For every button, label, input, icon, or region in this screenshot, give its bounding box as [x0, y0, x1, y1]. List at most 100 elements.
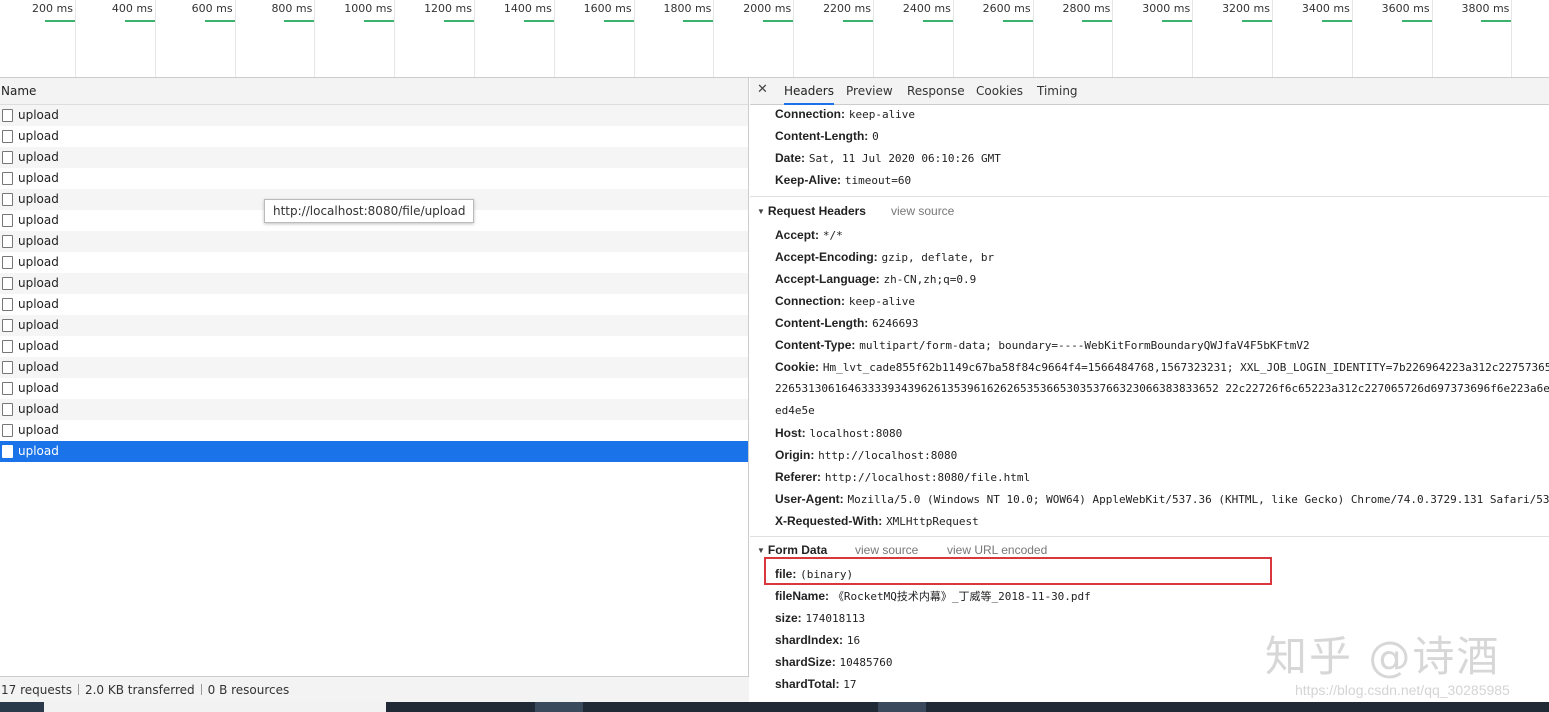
highlight-annotation-box — [764, 557, 1272, 585]
tab-cookies[interactable]: Cookies — [976, 78, 1023, 105]
timeline-gridline — [1112, 0, 1114, 77]
taskbar-app[interactable] — [878, 702, 926, 712]
request-name: upload — [18, 234, 59, 248]
request-row[interactable]: upload — [0, 231, 748, 252]
taskbar-search[interactable] — [44, 702, 386, 712]
response-header-row: Connection: keep-alive — [775, 103, 915, 125]
section-divider — [750, 196, 1549, 197]
timeline-tick-label: 1600 ms — [583, 2, 632, 15]
timeline-tick-label: 1000 ms — [344, 2, 393, 15]
request-name: upload — [18, 402, 59, 416]
timeline-request-bar — [204, 20, 235, 22]
timeline-request-bar — [364, 20, 395, 22]
header-value: Sat, 11 Jul 2020 06:10:26 GMT — [808, 152, 1001, 165]
request-row[interactable]: upload — [0, 420, 748, 441]
response-header-row: Date: Sat, 11 Jul 2020 06:10:26 GMT — [775, 147, 1001, 169]
close-icon[interactable]: ✕ — [757, 82, 768, 97]
header-value: http://localhost:8080 — [818, 449, 958, 462]
request-header-row: User-Agent: Mozilla/5.0 (Windows NT 10.0… — [775, 488, 1549, 510]
form-data-row: size: 174018113 — [775, 607, 865, 629]
header-key: X-Requested-With: — [775, 514, 883, 528]
request-row[interactable]: upload — [0, 441, 748, 462]
document-icon — [2, 319, 13, 332]
tab-preview[interactable]: Preview — [846, 78, 893, 105]
request-name: upload — [18, 150, 59, 164]
timeline-tick-label: 2200 ms — [823, 2, 871, 15]
timeline-overview[interactable]: 200 ms 400 ms 600 ms 800 ms 1000 ms 1200 ms 14… — [0, 0, 1549, 78]
request-row[interactable]: upload — [0, 147, 748, 168]
request-row[interactable]: upload — [0, 126, 748, 147]
request-row[interactable]: upload — [0, 105, 748, 126]
header-value: Hm_lvt_cade855f62b1149c67ba58f84c9664f4=… — [822, 361, 1549, 374]
document-icon — [2, 445, 13, 458]
document-icon — [2, 151, 13, 164]
request-list: Name upload upload upload upload upload uploa… — [0, 78, 749, 702]
request-header-row: Accept-Language: zh-CN,zh;q=0.9 — [775, 268, 976, 290]
header-value: 《RocketMQ技术内幕》_丁威等_2018-11-30.pdf — [832, 590, 1091, 603]
header-value: keep-alive — [848, 108, 916, 121]
request-row[interactable]: upload — [0, 273, 748, 294]
document-icon — [2, 109, 13, 122]
request-row[interactable]: upload — [0, 252, 748, 273]
request-header-row: Accept-Encoding: gzip, deflate, br — [775, 246, 994, 268]
taskbar-app[interactable] — [535, 702, 583, 712]
timeline-gridline — [234, 0, 236, 77]
timeline-gridline — [633, 0, 635, 77]
form-data-title: Form Data — [767, 543, 828, 557]
request-row[interactable]: upload — [0, 399, 748, 420]
tab-timing[interactable]: Timing — [1037, 78, 1078, 105]
request-name: upload — [18, 192, 59, 206]
timeline-tick-label: 3400 ms — [1301, 2, 1350, 15]
header-value: 174018113 — [805, 612, 866, 625]
document-icon — [2, 130, 13, 143]
status-bar: 17 requests 2.0 KB transferred 0 B resourc… — [0, 676, 749, 702]
request-header-row: Cookie: Hm_lvt_cade855f62b1149c67ba58f84… — [775, 356, 1549, 378]
request-name: upload — [18, 444, 59, 458]
request-name: upload — [18, 255, 59, 269]
timeline-tick-label: 1400 ms — [503, 2, 552, 15]
tab-headers[interactable]: Headers — [784, 78, 834, 105]
request-row[interactable]: upload — [0, 336, 748, 357]
section-divider — [750, 536, 1549, 537]
timeline-tick-label: 2800 ms — [1062, 2, 1111, 15]
timeline-tick-label: 800 ms — [271, 2, 313, 15]
header-value: 10485760 — [839, 656, 893, 669]
request-headers-title: Request Headers — [767, 204, 866, 218]
request-row[interactable]: upload — [0, 357, 748, 378]
request-row[interactable]: upload — [0, 294, 748, 315]
timeline-request-bar — [1002, 20, 1033, 22]
timeline-tick-label: 1800 ms — [663, 2, 712, 15]
tab-response[interactable]: Response — [907, 78, 965, 105]
request-row[interactable]: upload — [0, 168, 748, 189]
timeline-request-bar — [683, 20, 714, 22]
header-key: Accept-Encoding: — [775, 250, 878, 264]
name-column-header[interactable]: Name — [0, 78, 748, 105]
timeline-gridline — [154, 0, 156, 77]
header-key: Date: — [775, 151, 806, 165]
document-icon — [2, 298, 13, 311]
timeline-request-bar — [45, 20, 75, 22]
taskbar-start[interactable] — [0, 702, 44, 712]
request-header-row: Content-Length: 6246693 — [775, 312, 919, 334]
document-icon — [2, 361, 13, 374]
request-name: upload — [18, 171, 59, 185]
request-row[interactable]: upload — [0, 378, 748, 399]
form-data-row: shardSize: 10485760 — [775, 651, 893, 673]
triangle-down-icon: ▼ — [757, 207, 765, 216]
timeline-tick-label: 3800 ms — [1461, 2, 1510, 15]
transferred-size: 2.0 KB transferred — [84, 683, 195, 697]
view-source-link[interactable]: view source — [891, 200, 954, 222]
url-tooltip: http://localhost:8080/file/upload — [264, 199, 475, 223]
timeline-gridline — [394, 0, 396, 77]
document-icon — [2, 424, 13, 437]
header-key: Cookie: — [775, 360, 820, 374]
document-icon — [2, 256, 13, 269]
timeline-gridline — [1032, 0, 1034, 77]
request-header-row: Accept: */* — [775, 224, 843, 246]
timeline-request-bar — [1162, 20, 1193, 22]
header-value: 0 — [872, 130, 879, 143]
request-row[interactable]: upload — [0, 315, 748, 336]
request-headers-section-toggle[interactable]: ▼ Request Headers — [757, 200, 866, 222]
header-key: shardIndex: — [775, 633, 844, 647]
status-separator — [200, 684, 202, 695]
